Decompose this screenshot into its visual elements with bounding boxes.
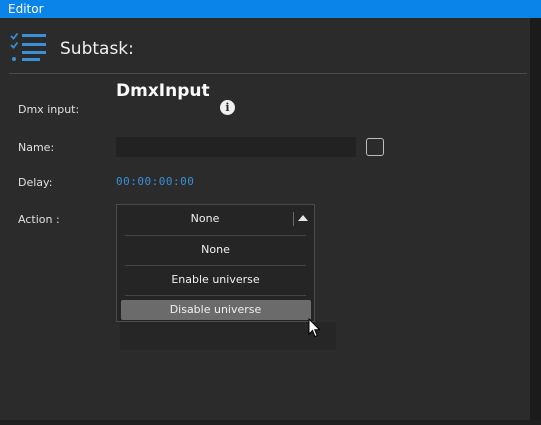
name-input[interactable]: [116, 137, 356, 157]
task-list-icon: [10, 32, 46, 61]
name-checkbox[interactable]: [366, 138, 384, 156]
delay-timecode[interactable]: 00:00:00:00: [116, 175, 194, 188]
window-title: Editor: [8, 2, 44, 16]
bottom-edge-strip: [0, 420, 541, 425]
window-titlebar: Editor: [0, 0, 541, 18]
chevron-up-icon[interactable]: [298, 215, 308, 221]
header-divider: [9, 73, 527, 74]
info-icon[interactable]: i: [220, 100, 235, 115]
action-selected-value[interactable]: None: [117, 205, 293, 233]
panel-title: Subtask:: [60, 39, 134, 59]
action-label: Action :: [18, 213, 60, 226]
panel-header: Subtask:: [0, 18, 530, 74]
delay-label: Delay:: [18, 176, 53, 189]
right-edge-strip: [530, 18, 541, 423]
dmx-input-value: DmxInput: [116, 81, 210, 101]
option-none[interactable]: None: [117, 235, 314, 265]
name-label: Name:: [18, 141, 55, 154]
dropdown-separator: [293, 212, 294, 226]
option-disable-universe[interactable]: Disable universe: [117, 295, 314, 325]
option-enable-universe[interactable]: Enable universe: [117, 265, 314, 295]
action-dropdown[interactable]: None None Enable universe Disable univer…: [116, 204, 315, 322]
mouse-pointer-icon: [308, 318, 321, 338]
dmx-input-label: Dmx input:: [18, 103, 80, 116]
dropdown-shadow: [120, 322, 336, 350]
